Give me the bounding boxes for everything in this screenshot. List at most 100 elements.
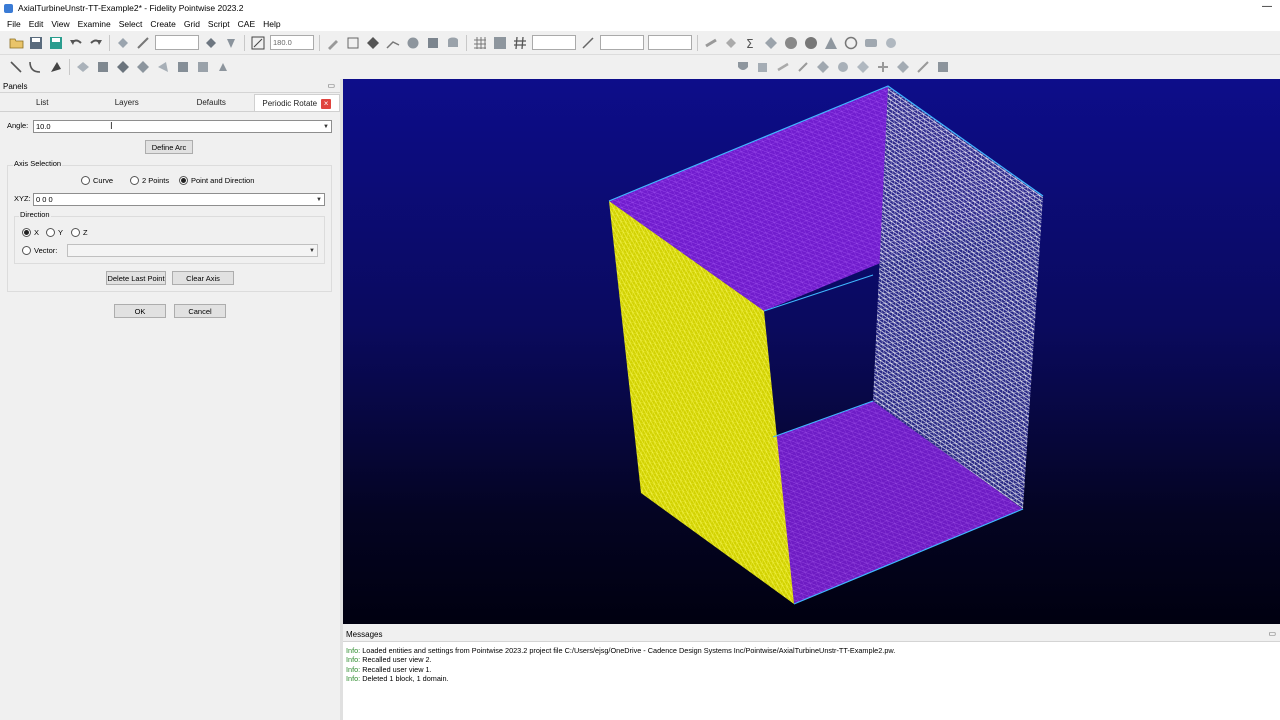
axis-radio-2points[interactable]: 2 Points: [130, 176, 169, 185]
menu-help[interactable]: Help: [259, 19, 284, 29]
mirror-icon[interactable]: [854, 58, 872, 76]
view-angle-icon[interactable]: [249, 34, 267, 52]
check-icon[interactable]: [802, 34, 820, 52]
angle-input[interactable]: 10.0 ▼: [33, 120, 332, 133]
tag-icon[interactable]: [202, 34, 220, 52]
radio-curve[interactable]: [81, 176, 90, 185]
delete-last-point-button[interactable]: Delete Last Point: [106, 271, 166, 285]
periodic-icon[interactable]: [934, 58, 952, 76]
surface-icon[interactable]: [94, 58, 112, 76]
chevron-down-icon[interactable]: ▼: [308, 246, 316, 255]
pencil-icon[interactable]: [324, 34, 342, 52]
solve-icon[interactable]: [702, 34, 720, 52]
grid-icon[interactable]: [471, 34, 489, 52]
minimize-icon[interactable]: —: [1262, 1, 1272, 12]
database-icon[interactable]: [444, 34, 462, 52]
menu-edit[interactable]: Edit: [25, 19, 48, 29]
domain-icon[interactable]: [114, 58, 132, 76]
select-icon[interactable]: [114, 34, 132, 52]
menu-cae[interactable]: CAE: [234, 19, 259, 29]
target-icon[interactable]: [842, 34, 860, 52]
chevron-down-icon[interactable]: ▼: [315, 195, 323, 204]
radio-2points[interactable]: [130, 176, 139, 185]
direction-radio-vector[interactable]: Vector:: [22, 246, 57, 255]
align-icon[interactable]: [894, 58, 912, 76]
cae-icon[interactable]: [862, 34, 880, 52]
scale-icon[interactable]: [874, 58, 892, 76]
direction-radio-y[interactable]: Y: [46, 228, 63, 237]
define-arc-button[interactable]: Define Arc: [145, 140, 193, 154]
sum-icon[interactable]: Σ: [742, 34, 760, 52]
close-icon[interactable]: ×: [321, 98, 332, 109]
tab-layers[interactable]: Layers: [85, 94, 170, 111]
radio-x[interactable]: [22, 228, 31, 237]
domain-alt-icon[interactable]: [134, 58, 152, 76]
grid-filled-icon[interactable]: [491, 34, 509, 52]
translate-icon[interactable]: [814, 58, 832, 76]
float-icon[interactable]: ▭: [1268, 629, 1276, 638]
mask-field[interactable]: [155, 35, 199, 50]
tab-defaults[interactable]: Defaults: [169, 94, 254, 111]
radio-z[interactable]: [71, 228, 80, 237]
dimension-field[interactable]: [600, 35, 644, 50]
block-alt-icon[interactable]: [194, 58, 212, 76]
project-icon[interactable]: [914, 58, 932, 76]
tab-list[interactable]: List: [0, 94, 85, 111]
warning-icon[interactable]: [822, 34, 840, 52]
extrude-icon[interactable]: [154, 58, 172, 76]
smooth-icon[interactable]: [722, 34, 740, 52]
radio-y[interactable]: [46, 228, 55, 237]
rotate-icon[interactable]: [214, 58, 232, 76]
curve-icon[interactable]: [27, 58, 45, 76]
mask-icon[interactable]: [134, 34, 152, 52]
radio-point-direction[interactable]: [179, 176, 188, 185]
spacing-field[interactable]: [532, 35, 576, 50]
examine-icon[interactable]: [762, 34, 780, 52]
arrow-right-icon[interactable]: [774, 58, 792, 76]
direction-radio-z[interactable]: Z: [71, 228, 88, 237]
clear-axis-button[interactable]: Clear Axis: [172, 271, 234, 285]
radio-vector[interactable]: [22, 246, 31, 255]
menu-view[interactable]: View: [47, 19, 73, 29]
export-icon[interactable]: [882, 34, 900, 52]
shield-icon[interactable]: [734, 58, 752, 76]
move-icon[interactable]: [794, 58, 812, 76]
box-icon[interactable]: [344, 34, 362, 52]
point-icon[interactable]: [47, 58, 65, 76]
direction-radio-x[interactable]: X: [22, 228, 39, 237]
line-icon[interactable]: [7, 58, 25, 76]
menu-script[interactable]: Script: [204, 19, 234, 29]
plane-icon[interactable]: [74, 58, 92, 76]
menu-file[interactable]: File: [3, 19, 25, 29]
hash-icon[interactable]: [511, 34, 529, 52]
axis-radio-point-direction[interactable]: Point and Direction: [179, 176, 254, 185]
axis-radio-curve[interactable]: Curve: [81, 176, 113, 185]
float-icon[interactable]: ▭: [327, 81, 335, 90]
cube-icon[interactable]: [424, 34, 442, 52]
dimension-icon[interactable]: [579, 34, 597, 52]
info-icon[interactable]: [782, 34, 800, 52]
sphere-icon[interactable]: [404, 34, 422, 52]
pick-icon[interactable]: [222, 34, 240, 52]
menu-select[interactable]: Select: [115, 19, 147, 29]
save-as-icon[interactable]: [47, 34, 65, 52]
menu-grid[interactable]: Grid: [180, 19, 204, 29]
cancel-button[interactable]: Cancel: [174, 304, 226, 318]
rotate-entity-icon[interactable]: [834, 58, 852, 76]
chevron-down-icon[interactable]: ▼: [322, 122, 330, 131]
diamond-icon[interactable]: [364, 34, 382, 52]
block-icon[interactable]: [174, 58, 192, 76]
distribution-field[interactable]: [648, 35, 692, 50]
cube-outline-icon[interactable]: [754, 58, 772, 76]
open-icon[interactable]: [7, 34, 25, 52]
graphics-viewport[interactable]: [343, 79, 1280, 624]
vector-input[interactable]: ▼: [67, 244, 318, 257]
redo-icon[interactable]: [87, 34, 105, 52]
connector-icon[interactable]: [384, 34, 402, 52]
ok-button[interactable]: OK: [114, 304, 166, 318]
menu-create[interactable]: Create: [146, 19, 180, 29]
undo-icon[interactable]: [67, 34, 85, 52]
xyz-input[interactable]: 0 0 0 ▼: [33, 193, 325, 206]
tab-periodic-rotate[interactable]: Periodic Rotate ×: [253, 94, 340, 111]
save-icon[interactable]: [27, 34, 45, 52]
